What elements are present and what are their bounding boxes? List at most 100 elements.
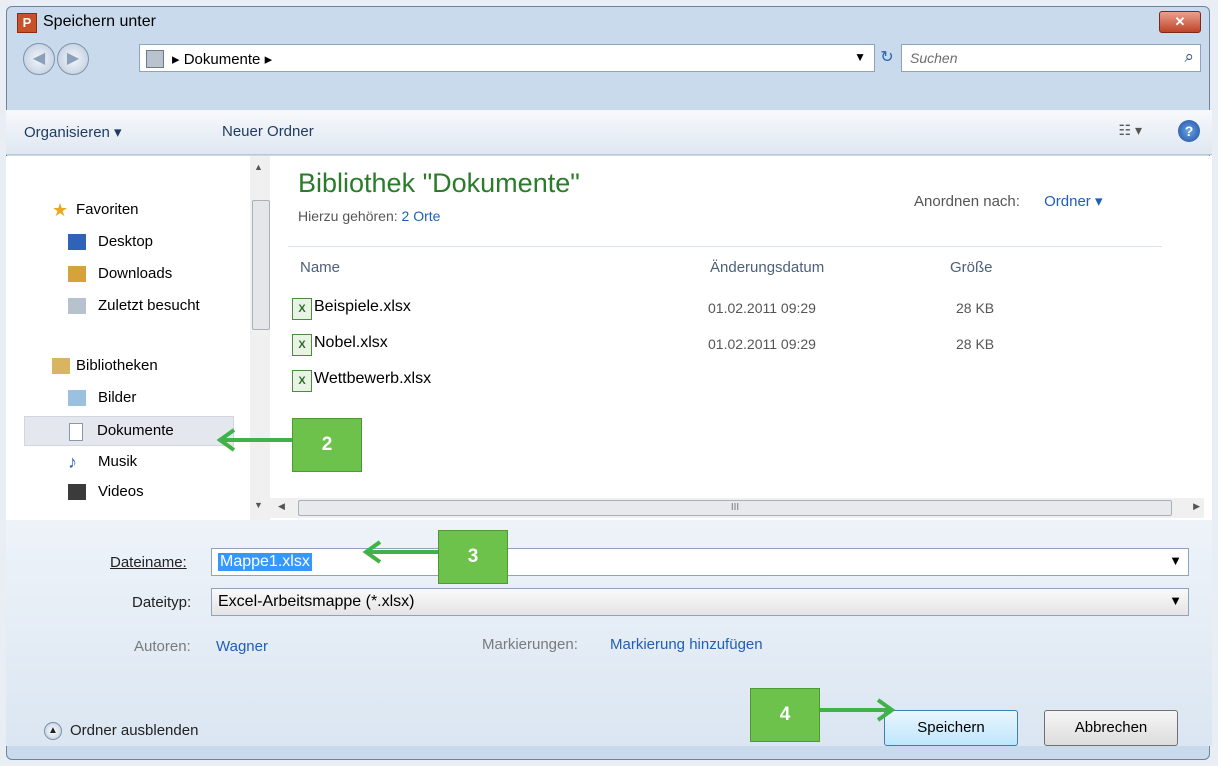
column-size[interactable]: Größe bbox=[950, 259, 993, 276]
scroll-right-icon[interactable]: ▶ bbox=[1193, 501, 1200, 512]
scroll-left-icon[interactable]: ◀ bbox=[278, 501, 285, 512]
nav-libraries[interactable]: Bibliotheken bbox=[6, 352, 246, 380]
desktop-icon bbox=[68, 234, 86, 250]
cancel-button[interactable]: Abbrechen bbox=[1044, 710, 1178, 746]
filename-value: Mappe1.xlsx bbox=[218, 553, 312, 571]
file-list-scrollbar[interactable]: ◀ III ▶ bbox=[270, 498, 1204, 518]
file-row[interactable]: X Beispiele.xlsx 01.02.2011 09:29 28 KB bbox=[292, 294, 1152, 324]
close-button[interactable]: ✕ bbox=[1159, 11, 1201, 33]
step-4-arrow bbox=[820, 698, 896, 722]
includes-link[interactable]: 2 Orte bbox=[402, 208, 441, 224]
file-row[interactable]: X Wettbewerb.xlsx bbox=[292, 366, 1152, 396]
arrange-dropdown[interactable]: Ordner ▾ bbox=[1044, 193, 1102, 210]
scroll-down-icon[interactable]: ▼ bbox=[254, 500, 263, 510]
step-3-badge: 3 bbox=[438, 530, 508, 584]
nav-scrollbar[interactable]: ▲ ▼ bbox=[250, 156, 270, 520]
nav-desktop[interactable]: Desktop bbox=[6, 228, 246, 256]
file-size: 28 KB bbox=[956, 336, 995, 352]
view-options-icon[interactable]: ☷ ▾ bbox=[1119, 122, 1142, 139]
libraries-icon bbox=[52, 358, 70, 374]
pictures-icon bbox=[68, 390, 86, 406]
file-list-scroll-thumb[interactable]: III bbox=[298, 500, 1172, 516]
nav-recent[interactable]: Zuletzt besucht bbox=[6, 292, 246, 320]
title-bar: P Speichern unter ✕ bbox=[7, 7, 1209, 37]
authors-label: Autoren: bbox=[134, 638, 191, 655]
authors-value[interactable]: Wagner bbox=[216, 638, 268, 655]
new-folder-button[interactable]: Neuer Ordner bbox=[222, 123, 314, 140]
hide-folders-toggle[interactable]: ▲ Ordner ausblenden bbox=[44, 722, 199, 741]
file-date: 01.02.2011 09:29 bbox=[708, 336, 816, 352]
column-headers: Name Änderungsdatum Größe bbox=[288, 246, 1162, 285]
file-size: 28 KB bbox=[956, 300, 995, 316]
save-button[interactable]: Speichern bbox=[884, 710, 1018, 746]
nav-documents-label: Dokumente bbox=[97, 422, 174, 439]
powerpoint-icon: P bbox=[17, 13, 37, 33]
search-input[interactable]: Suchen ⌕ bbox=[901, 44, 1201, 72]
help-icon[interactable]: ? bbox=[1178, 120, 1200, 142]
browser-pane: ★ Favoriten Desktop Downloads Zuletzt be… bbox=[6, 156, 1212, 520]
music-icon: ♪ bbox=[68, 452, 77, 472]
file-name: Beispiele.xlsx bbox=[314, 298, 411, 315]
filetype-select[interactable]: Excel-Arbeitsmappe (*.xlsx) ▼ bbox=[211, 588, 1189, 616]
step-4-badge: 4 bbox=[750, 688, 820, 742]
star-icon: ★ bbox=[52, 200, 69, 220]
nav-music[interactable]: ♪ Musik bbox=[6, 448, 246, 476]
command-bar: Organisieren ▾ Neuer Ordner ☷ ▾ ? bbox=[6, 110, 1212, 155]
back-icon[interactable]: ◀ bbox=[23, 43, 55, 75]
filename-label: Dateiname: bbox=[110, 554, 187, 571]
step-2-arrow bbox=[216, 428, 292, 452]
address-bar[interactable]: ▸ Dokumente ▸ ▼ bbox=[139, 44, 875, 72]
arrange-label: Anordnen nach: bbox=[914, 193, 1020, 210]
tags-label: Markierungen: bbox=[482, 636, 578, 653]
arrange-by: Anordnen nach: Ordner ▾ bbox=[914, 192, 1102, 210]
filetype-dropdown-icon[interactable]: ▼ bbox=[1169, 593, 1182, 608]
nav-desktop-label: Desktop bbox=[98, 233, 154, 250]
step-2-badge: 2 bbox=[292, 418, 362, 472]
organize-button[interactable]: Organisieren ▾ bbox=[24, 123, 122, 141]
step-3-arrow bbox=[362, 540, 438, 564]
address-dropdown-icon[interactable]: ▼ bbox=[854, 50, 866, 64]
hide-folders-label: Ordner ausblenden bbox=[70, 722, 199, 739]
filetype-value: Excel-Arbeitsmappe (*.xlsx) bbox=[218, 593, 415, 610]
file-name: Nobel.xlsx bbox=[314, 334, 388, 351]
column-date[interactable]: Änderungsdatum bbox=[710, 259, 824, 276]
nav-pictures-label: Bilder bbox=[98, 389, 137, 406]
nav-scroll-thumb[interactable] bbox=[252, 200, 270, 330]
file-row[interactable]: X Nobel.xlsx 01.02.2011 09:29 28 KB bbox=[292, 330, 1152, 360]
downloads-icon bbox=[68, 266, 86, 282]
refresh-icon[interactable]: ↻ bbox=[875, 44, 899, 72]
nav-recent-label: Zuletzt besucht bbox=[98, 297, 200, 314]
address-row: ◀ ▶ ▸ Dokumente ▸ ▼ ↻ Suchen ⌕ bbox=[7, 39, 1209, 79]
excel-file-icon: X bbox=[292, 298, 312, 320]
forward-icon[interactable]: ▶ bbox=[57, 43, 89, 75]
search-placeholder: Suchen bbox=[910, 50, 958, 66]
library-folder-icon bbox=[146, 50, 164, 68]
scroll-up-icon[interactable]: ▲ bbox=[254, 162, 263, 172]
filename-dropdown-icon[interactable]: ▼ bbox=[1169, 553, 1182, 568]
excel-file-icon: X bbox=[292, 334, 312, 356]
nav-favorites[interactable]: ★ Favoriten bbox=[6, 196, 246, 224]
dialog-title: Speichern unter bbox=[43, 13, 156, 30]
documents-icon bbox=[69, 423, 83, 441]
nav-documents[interactable]: Dokumente bbox=[24, 416, 234, 446]
search-icon[interactable]: ⌕ bbox=[1184, 47, 1194, 67]
nav-favorites-label: Favoriten bbox=[76, 201, 139, 218]
filetype-label: Dateityp: bbox=[132, 594, 192, 611]
breadcrumb[interactable]: ▸ Dokumente ▸ bbox=[172, 50, 272, 68]
nav-videos-label: Videos bbox=[98, 483, 144, 500]
navigation-pane: ★ Favoriten Desktop Downloads Zuletzt be… bbox=[6, 156, 250, 520]
column-name[interactable]: Name bbox=[300, 259, 340, 276]
library-title: Bibliothek "Dokumente" bbox=[298, 168, 580, 198]
nav-downloads-label: Downloads bbox=[98, 265, 173, 282]
tags-value[interactable]: Markierung hinzufügen bbox=[610, 636, 763, 653]
collapse-icon: ▲ bbox=[44, 722, 62, 741]
library-includes: Hierzu gehören: 2 Orte bbox=[298, 208, 440, 224]
nav-downloads[interactable]: Downloads bbox=[6, 260, 246, 288]
filename-input[interactable]: Mappe1.xlsx ▼ bbox=[211, 548, 1189, 576]
file-date: 01.02.2011 09:29 bbox=[708, 300, 816, 316]
nav-videos[interactable]: Videos bbox=[6, 478, 246, 506]
nav-pictures[interactable]: Bilder bbox=[6, 384, 246, 412]
recent-places-icon bbox=[68, 298, 86, 314]
save-form: Dateiname: Mappe1.xlsx ▼ Dateityp: Excel… bbox=[6, 520, 1212, 746]
file-name: Wettbewerb.xlsx bbox=[314, 370, 432, 387]
